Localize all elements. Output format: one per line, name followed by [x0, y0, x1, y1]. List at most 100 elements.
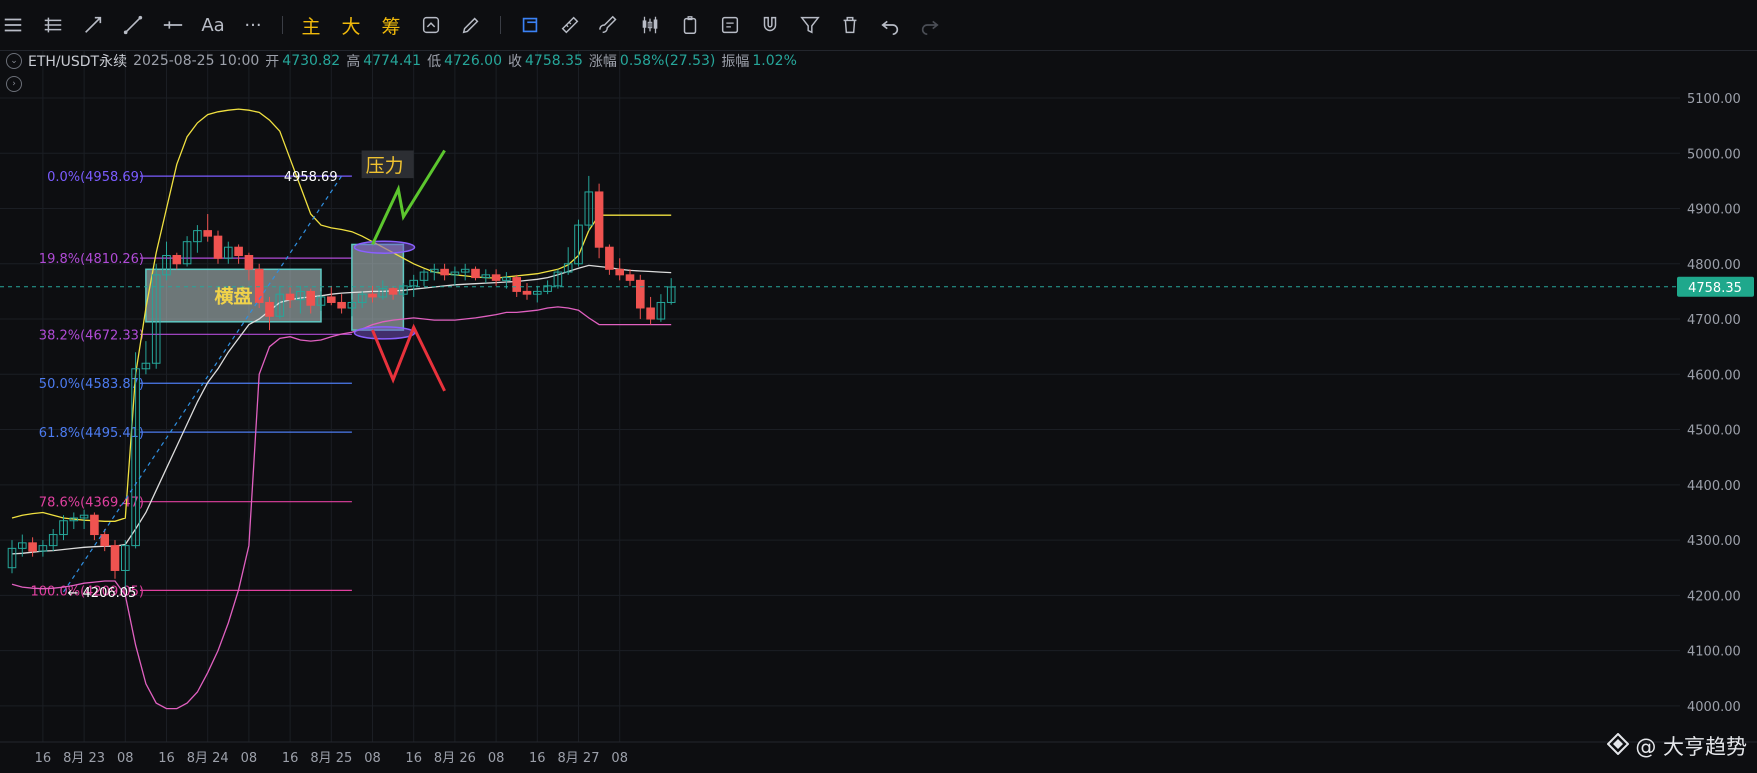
price-axis[interactable]: 4000.00 4100.00 4200.00 4300.00 4400.00 4500.… [1677, 50, 1757, 742]
low-value: 4726.00 [444, 53, 502, 69]
text-tool-icon-label: Aa [201, 14, 225, 36]
close-label: 收 [508, 54, 522, 70]
change-value: 0.58%(27.53) [619, 53, 716, 69]
time-tick-label: 16 [529, 751, 546, 766]
time-tick-label: 16 [35, 751, 52, 766]
change-label: 涨幅 [588, 54, 617, 70]
highlight-ellipse [353, 326, 416, 340]
horizontal-ray-icon[interactable] [159, 10, 187, 40]
price-tick-label: 4400.00 [1687, 479, 1741, 494]
refresh-icon[interactable] [417, 10, 445, 40]
filter-icon[interactable] [796, 10, 824, 40]
candle-body [522, 290, 532, 295]
candle-body [440, 268, 449, 276]
annotations[interactable]: ← 4206.05 4958.69 [0, 149, 1680, 601]
candle-body [625, 274, 635, 281]
candle-body [28, 542, 37, 552]
high-value: 4774.41 [363, 53, 422, 69]
candle-body [646, 307, 655, 320]
edit-icon[interactable] [716, 10, 744, 40]
settings-circle-icon[interactable]: › [6, 76, 22, 92]
price-tick-label: 4800.00 [1687, 258, 1741, 273]
big-button-label: 大 [341, 15, 361, 38]
time-axis[interactable]: 16 8月 23 08 16 8月 24 08 16 8月 25 08 16 8月 26 08 16 8月… [0, 741, 1757, 766]
price-tick-label: 4200.00 [1687, 589, 1741, 604]
symbol-label[interactable]: ETH/USDT永续 [28, 51, 127, 71]
candle-body [337, 301, 346, 309]
more-icon[interactable]: ··· [239, 10, 267, 40]
price-tick-label: 4300.00 [1687, 534, 1741, 549]
text-tool-icon[interactable]: Aa [199, 10, 227, 40]
redo-icon[interactable] [916, 10, 944, 40]
candle-body [615, 268, 625, 276]
candle-body [491, 274, 501, 281]
high-price-label: 4958.69 [284, 170, 338, 185]
toolbar-separator [282, 16, 283, 34]
fib-level-label: 61.8%(4495.41) [39, 426, 144, 441]
highlight-ellipse [353, 240, 416, 254]
candle-body [110, 545, 120, 571]
range-box-label: 横盘 [214, 285, 252, 308]
time-tick-label: 16 [405, 751, 422, 766]
amplitude-label: 振幅 [721, 54, 750, 70]
undo-icon[interactable] [876, 10, 904, 40]
high-label: 高 [346, 54, 361, 70]
ruler-icon[interactable] [556, 10, 584, 40]
time-tick-label: 08 [364, 751, 381, 766]
fib-level-label: 0.0%(4958.69) [47, 170, 144, 185]
candle-body [388, 288, 398, 295]
diamond-logo-icon [1606, 732, 1630, 760]
time-tick-label: 08 [611, 751, 628, 766]
toolbar-separator [500, 16, 501, 34]
candle-body [172, 254, 182, 265]
chips-button[interactable]: 筹 [377, 10, 405, 40]
candle-body [368, 293, 377, 298]
candle-body [244, 254, 254, 270]
low-label: 低 [427, 54, 442, 70]
price-tick-label: 4500.00 [1687, 424, 1741, 439]
current-price-text: 4758.35 [1688, 281, 1742, 296]
fibonacci-retracement[interactable]: 0.0%(4958.69) 19.8%(4810.26) 38.2%(4672.33… [31, 170, 352, 599]
big-button[interactable]: 大 [337, 10, 365, 40]
time-tick-label: 16 [282, 751, 299, 766]
candle-body [306, 290, 315, 306]
price-tick-label: 4900.00 [1687, 203, 1741, 218]
pen-icon[interactable] [457, 10, 485, 40]
horizontal-lines-icon[interactable] [39, 10, 67, 40]
chips-button-label: 筹 [381, 15, 401, 38]
menu-icon[interactable] [0, 10, 27, 40]
trash-icon[interactable] [836, 10, 864, 40]
more-icon-label: ··· [244, 14, 262, 36]
fib-level-label: 19.8%(4810.26) [39, 252, 144, 267]
candle-body [471, 268, 480, 279]
grid-lines [0, 50, 1680, 742]
ohlc-readout: ⌄ ETH/USDT永续 2025-08-25 10:00 开 4730.82 … [0, 50, 803, 72]
collapse-icon[interactable]: ⌄ [6, 53, 22, 69]
trend-line-icon[interactable] [119, 10, 147, 40]
low-price-label: ← 4206.05 [68, 586, 137, 601]
candle-body [90, 514, 99, 536]
main-indicator-button-label: 主 [301, 15, 321, 38]
time-tick-label: 16 [158, 751, 175, 766]
clipboard-icon[interactable] [676, 10, 704, 40]
main-indicator-button[interactable]: 主 [297, 10, 325, 40]
price-tick-label: 4600.00 [1687, 368, 1741, 383]
open-value: 4730.82 [282, 53, 341, 69]
datetime-label: 2025-08-25 10:00 [133, 53, 260, 69]
time-tick-label: 8月 24 [187, 751, 229, 766]
candle-body [594, 191, 604, 248]
ray-line-icon[interactable] [79, 10, 107, 40]
brush-icon[interactable] [596, 10, 624, 40]
pressure-label: 压力 [366, 155, 404, 177]
candle-body [512, 277, 522, 292]
draw-mode-icon[interactable] [516, 10, 544, 40]
candlestick-icon[interactable] [636, 10, 664, 40]
candlestick-chart[interactable]: 0.0%(4958.69) 19.8%(4810.26) 38.2%(4672.33… [0, 0, 1757, 773]
fib-level-label: 78.6%(4369.47) [39, 496, 144, 511]
watermark-text: @ 大亨趋势 [1635, 735, 1747, 759]
magnet-icon[interactable] [756, 10, 784, 40]
price-tick-label: 5000.00 [1687, 147, 1741, 162]
time-tick-label: 08 [241, 751, 258, 766]
fib-level-label: 38.2%(4672.33) [39, 328, 144, 343]
candle-body [636, 279, 645, 309]
